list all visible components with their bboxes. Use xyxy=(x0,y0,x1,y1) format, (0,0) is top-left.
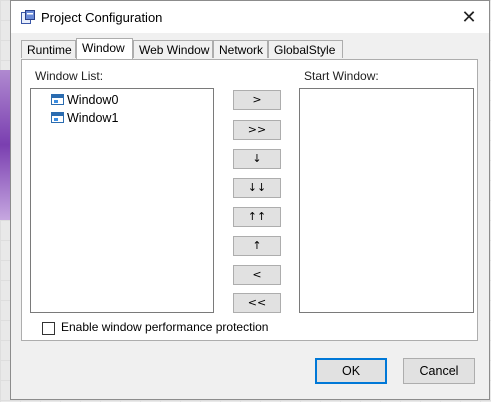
move-to-bottom-button[interactable]: ↓↓ xyxy=(233,178,281,198)
tab-globalstyle[interactable]: GlobalStyle xyxy=(268,40,343,58)
cancel-button[interactable]: Cancel xyxy=(403,358,475,384)
add-all-button[interactable]: >> xyxy=(233,120,281,140)
list-item[interactable]: Window0 xyxy=(51,92,118,108)
close-button[interactable]: ✕ xyxy=(455,6,483,28)
tab-window[interactable]: Window xyxy=(76,38,133,59)
list-item-label: Window0 xyxy=(67,93,119,107)
ok-button[interactable]: OK xyxy=(315,358,387,384)
window-icon xyxy=(51,112,64,124)
dialog-title: Project Configuration xyxy=(41,10,163,25)
remove-button[interactable]: < xyxy=(233,265,281,285)
performance-protection-label: Enable window performance protection xyxy=(61,320,269,334)
tab-network[interactable]: Network xyxy=(213,40,268,58)
window-list[interactable]: Window0 Window1 xyxy=(30,88,214,313)
remove-all-button[interactable]: << xyxy=(233,293,281,313)
project-icon xyxy=(21,10,35,24)
move-up-button[interactable]: ↑ xyxy=(233,236,281,256)
start-window-caption: Start Window: xyxy=(304,69,379,83)
window-icon xyxy=(51,94,64,106)
window-tab-panel: Window List: Window0 Window1 > >> ↓ ↓↓ ↑… xyxy=(21,59,478,341)
start-window-list[interactable] xyxy=(299,88,474,313)
tab-runtime[interactable]: Runtime xyxy=(21,40,76,58)
move-to-top-button[interactable]: ↑↑ xyxy=(233,207,281,227)
move-down-button[interactable]: ↓ xyxy=(233,149,281,169)
close-icon: ✕ xyxy=(461,7,477,27)
tab-web-window[interactable]: Web Window xyxy=(133,40,213,58)
project-configuration-dialog: Project Configuration ✕ Runtime Window W… xyxy=(10,0,490,400)
add-button[interactable]: > xyxy=(233,90,281,110)
window-list-caption: Window List: xyxy=(35,69,104,83)
performance-protection-checkbox[interactable] xyxy=(42,322,55,335)
list-item[interactable]: Window1 xyxy=(51,110,118,126)
title-bar[interactable]: Project Configuration ✕ xyxy=(11,1,489,33)
list-item-label: Window1 xyxy=(67,111,119,125)
